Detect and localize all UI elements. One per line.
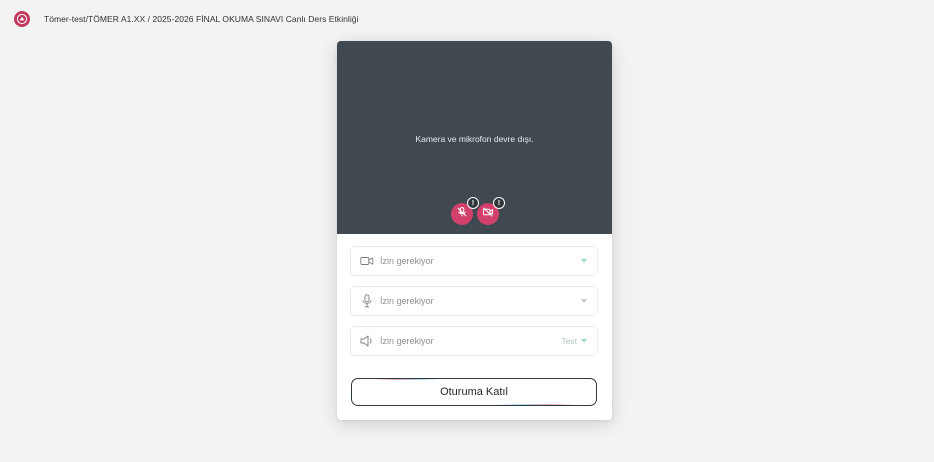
- toggle-camera-button[interactable]: !: [477, 197, 505, 225]
- preview-status-message: Kamera ve mikrofon devre dışı.: [415, 134, 534, 144]
- camera-icon: [360, 254, 374, 268]
- university-seal-icon: [14, 11, 30, 27]
- mic-warning-icon: !: [467, 197, 479, 209]
- camera-off-icon: [482, 205, 494, 223]
- toggle-microphone-button[interactable]: !: [451, 197, 479, 225]
- camera-select[interactable]: İzin gerekiyor: [350, 246, 598, 276]
- join-session-label: Oturuma Katıl: [440, 386, 508, 398]
- microphone-select[interactable]: İzin gerekiyor: [350, 286, 598, 316]
- page: Tömer-test/TÖMER A1.XX / 2025-2026 FİNAL…: [0, 0, 934, 462]
- header: Tömer-test/TÖMER A1.XX / 2025-2026 FİNAL…: [14, 10, 359, 28]
- speaker-test-button[interactable]: Test: [561, 336, 577, 346]
- speaker-select-value: İzin gerekiyor: [380, 336, 434, 346]
- speaker-icon: [360, 334, 374, 348]
- join-session-button[interactable]: Oturuma Katıl: [351, 378, 597, 406]
- camera-select-value: İzin gerekiyor: [380, 256, 434, 266]
- mic-off-icon: [456, 205, 468, 223]
- session-title: Tömer-test/TÖMER A1.XX / 2025-2026 FİNAL…: [44, 14, 359, 24]
- chevron-down-icon: [580, 337, 588, 345]
- camera-warning-icon: !: [493, 197, 505, 209]
- chevron-down-icon: [580, 297, 588, 305]
- speaker-select[interactable]: İzin gerekiyor Test: [350, 326, 598, 356]
- join-session-card: Kamera ve mikrofon devre dışı. ! ! İzin …: [337, 41, 612, 420]
- chevron-down-icon: [580, 257, 588, 265]
- video-preview: Kamera ve mikrofon devre dışı. ! !: [337, 41, 612, 234]
- microphone-icon: [360, 294, 374, 308]
- microphone-select-value: İzin gerekiyor: [380, 296, 434, 306]
